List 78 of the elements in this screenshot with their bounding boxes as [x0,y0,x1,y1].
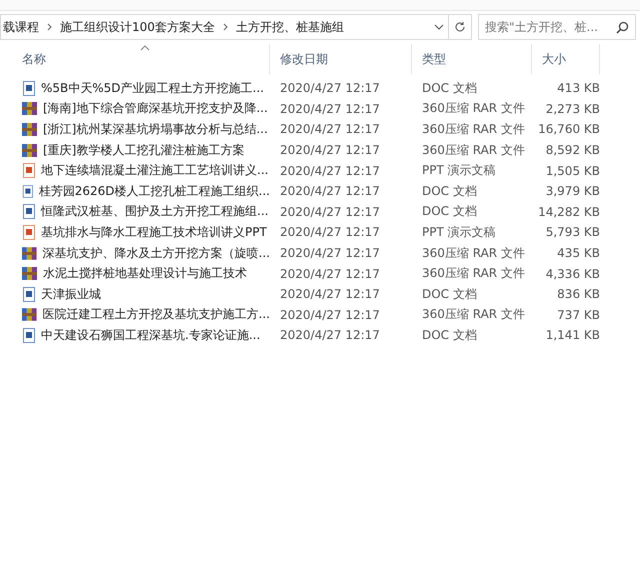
column-header[interactable]: 类型 [412,44,532,74]
type-cell-text: 360压缩 RAR 文件 [421,142,526,159]
document-icon [22,328,36,343]
type-cell-text: 360压缩 RAR 文件 [421,100,526,118]
size-cell-text: 435 KB [556,246,600,260]
document-icon [22,204,36,220]
date-cell-text: 2020/4/27 12:17 [279,204,381,219]
archive-icon [22,307,38,322]
sort-caret-icon [140,45,150,51]
archive-icon [22,101,38,116]
size-cell-text: 1,141 KB [544,328,600,342]
date-cell-text: 2020/4/27 12:17 [279,287,381,302]
file-name[interactable]: %5B中天%5D产业园工程土方开挖施工... [41,80,264,97]
file-name[interactable]: 深基坑支护、降水及土方开挖方案（旋喷... [42,244,270,262]
type-cell-text: 360压缩 RAR 文件 [421,244,526,262]
date-cell-text: 2020/4/27 12:17 [279,184,381,198]
file-name[interactable]: [海南]地下综合管廊深基坑开挖支护及降... [43,100,268,118]
type-cell-text: DOC 文档 [421,286,478,303]
size-cell-text: 1,505 KB [544,164,600,178]
date-cell-text: 2020/4/27 12:17 [279,81,381,96]
size-cell-text: 413 KB [556,81,600,96]
archive-icon [22,246,38,261]
chevron-icon [222,22,228,30]
column-header[interactable]: 修改日期 [270,44,412,74]
breadcrumb[interactable]: 载课程 [1,18,41,36]
file-name[interactable]: [浙江]杭州某深基坑坍塌事故分析与总结... [43,120,268,138]
size-cell-text: 836 KB [556,287,600,302]
chevron-icon [47,22,52,30]
size-cell-text: 8,592 KB [544,143,600,158]
file-name[interactable]: 地下连续墙混凝土灌注施工工艺培训讲义... [41,162,268,180]
file-name[interactable]: 基坑排水与降水工程施工技术培训讲义PPT [41,224,267,241]
size-cell-text: 16,760 KB [537,122,600,136]
date-cell-text: 2020/4/27 12:17 [279,328,381,342]
date-cell-text: 2020/4/27 12:17 [279,266,381,281]
size-cell-text: 2,273 KB [544,102,600,116]
type-cell-text: PPT 演示文稿 [421,162,497,180]
document-icon [22,184,34,199]
file-name[interactable]: [重庆]教学楼人工挖孔灌注桩施工方案 [43,142,244,159]
column-header[interactable]: 名称 [0,44,270,74]
document-icon [22,80,36,96]
file-name[interactable]: 中天建设石狮国工程深基坑.专家论证施... [41,326,260,344]
date-cell-text: 2020/4/27 12:17 [279,246,381,260]
breadcrumb[interactable]: 土方开挖、桩基施组 [234,18,346,36]
search-field[interactable]: 搜索"土方开挖、桩... [478,14,636,40]
file-name[interactable]: 桂芳园2626D楼人工挖孔桩工程施工组织... [38,182,270,200]
date-cell-text: 2020/4/27 12:17 [279,164,381,178]
type-cell-text: PPT 演示文稿 [421,224,497,241]
type-cell-text: DOC 文档 [421,182,478,200]
date-cell-text: 2020/4/27 12:17 [279,122,381,136]
size-cell-text: 3,979 KB [544,184,600,198]
date-cell-text: 2020/4/27 12:17 [279,225,381,240]
archive-icon [22,266,38,282]
size-cell-text: 5,793 KB [544,225,600,240]
archive-icon [22,142,38,158]
file-name[interactable]: 医院迁建工程土方开挖及基坑支护施工方... [42,306,270,324]
presentation-icon [22,224,36,240]
search-icon [616,21,629,34]
type-cell-text: 360压缩 RAR 文件 [421,265,526,282]
size-cell-text: 737 KB [556,308,600,322]
size-cell-text: 4,336 KB [544,266,600,281]
breadcrumb[interactable]: 施工组织设计100套方案大全 [58,18,217,36]
type-cell-text: 360压缩 RAR 文件 [421,120,526,138]
address-bar[interactable]: 载课程 施工组织设计100套方案大全 土方开挖、桩基施组 [0,14,472,40]
type-cell-text: DOC 文档 [421,326,478,344]
file-name[interactable]: 天津振业城 [41,286,101,303]
archive-icon [22,122,38,137]
document-icon [22,286,36,302]
date-cell-text: 2020/4/27 12:17 [279,143,381,158]
type-cell-text: 360压缩 RAR 文件 [421,306,526,324]
date-cell-text: 2020/4/27 12:17 [279,308,381,322]
type-cell-text: DOC 文档 [421,203,478,220]
presentation-icon [22,163,36,178]
date-cell-text: 2020/4/27 12:17 [279,102,381,116]
column-header[interactable]: 大小 [532,44,600,74]
type-cell-text: DOC 文档 [421,80,478,97]
file-name[interactable]: 水泥土搅拌桩地基处理设计与施工技术 [43,265,247,282]
file-name[interactable]: 恒隆武汉桩基、围护及土方开挖工程施组... [41,203,268,220]
size-cell-text: 14,282 KB [537,204,600,219]
